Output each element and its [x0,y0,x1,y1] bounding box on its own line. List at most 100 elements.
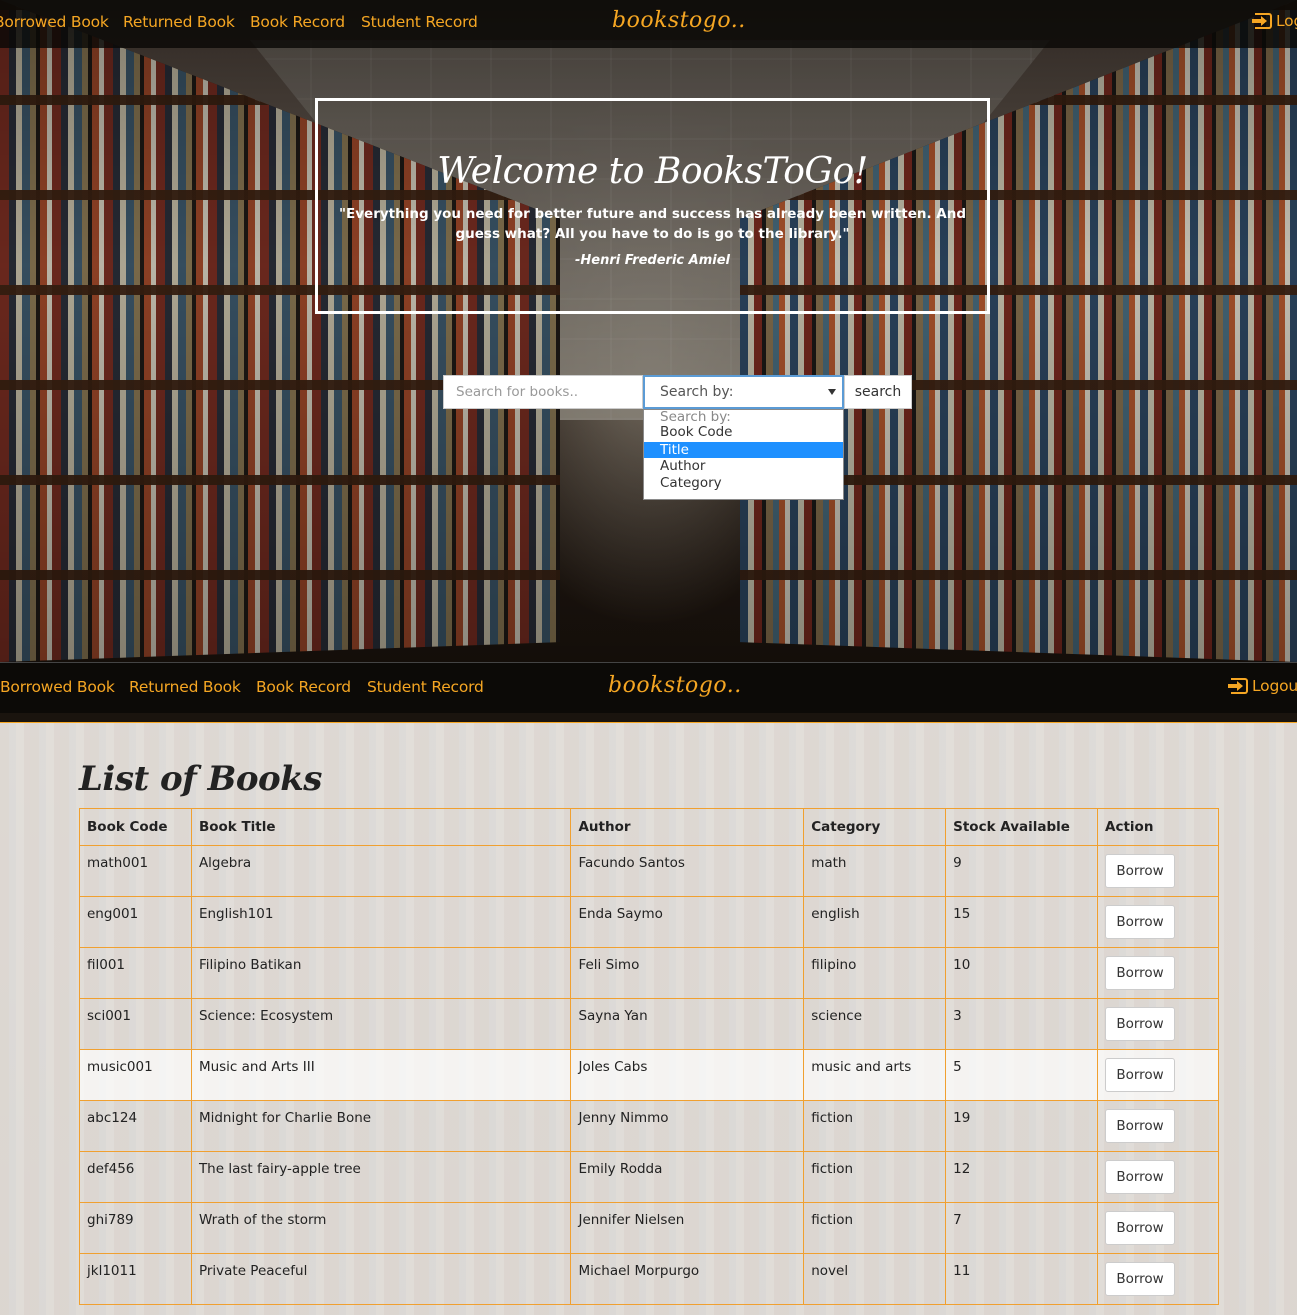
cell-book-code: sci001 [79,998,192,1050]
header-author: Author [570,808,805,846]
cell-author: Joles Cabs [570,1049,805,1101]
search-by-value: Search by: [660,384,734,400]
search-by-dropdown: Search by: Book Code Title Author Catego… [643,409,844,500]
cell-author: Jenny Nimmo [570,1100,805,1152]
logout-icon [1228,678,1248,694]
chevron-down-icon [828,389,836,395]
sticky-logo[interactable]: bookstogo.. [608,673,742,698]
cell-author: Michael Morpurgo [570,1253,805,1305]
cell-stock: 9 [945,845,1099,897]
cell-stock: 12 [945,1151,1099,1203]
cell-author: Jennifer Nielsen [570,1202,805,1254]
borrow-button[interactable]: Borrow [1105,1058,1176,1092]
cell-stock: 15 [945,896,1099,948]
cell-category: fiction [803,1100,947,1152]
sticky-logout-link[interactable]: Logout [1228,677,1297,695]
cell-author: Enda Saymo [570,896,805,948]
cell-author: Emily Rodda [570,1151,805,1203]
cell-stock: 3 [945,998,1099,1050]
borrow-button[interactable]: Borrow [1105,1262,1176,1296]
cell-book-title: Algebra [190,845,572,897]
cell-stock: 7 [945,1202,1099,1254]
borrow-button[interactable]: Borrow [1105,1007,1176,1041]
sticky-nav-borrowed-book[interactable]: Borrowed Book [0,678,115,696]
cell-book-code: music001 [79,1049,192,1101]
header-action: Action [1097,808,1219,846]
sticky-nav-student-record[interactable]: Student Record [367,678,484,696]
cell-action: Borrow [1097,947,1219,999]
cell-book-code: ghi789 [79,1202,192,1254]
borrow-button[interactable]: Borrow [1105,956,1176,990]
logout-icon [1252,13,1272,29]
cell-action: Borrow [1097,1253,1219,1305]
cell-book-code: abc124 [79,1100,192,1152]
sticky-nav-book-record[interactable]: Book Record [256,678,351,696]
cell-author: Facundo Santos [570,845,805,897]
cell-category: english [803,896,947,948]
search-by-select[interactable]: Search by: [643,375,844,409]
borrow-button[interactable]: Borrow [1105,1160,1176,1194]
table-row: math001 Algebra Facundo Santos math 9 Borrow [79,845,1219,897]
welcome-quote: "Everything you need for better future a… [338,206,967,242]
cell-stock: 11 [945,1253,1099,1305]
table-row: sci001 Science: Ecosystem Sayna Yan science… [79,998,1219,1050]
nav-borrowed-book[interactable]: Borrowed Book [0,13,109,31]
nav-book-record[interactable]: Book Record [250,13,345,31]
cell-category: math [803,845,947,897]
option-author[interactable]: Author [644,458,843,476]
cell-author: Sayna Yan [570,998,805,1050]
cell-category: music and arts [803,1049,947,1101]
option-book-code[interactable]: Book Code [644,424,843,442]
search-button[interactable]: search [844,375,912,409]
search-input[interactable] [443,375,643,409]
cell-category: science [803,998,947,1050]
option-category[interactable]: Category [644,475,843,493]
cell-author: Feli Simo [570,947,805,999]
logo[interactable]: bookstogo.. [612,8,746,33]
cell-book-title: Wrath of the storm [190,1202,572,1254]
welcome-title: Welcome to BooksToGo! [437,151,868,192]
cell-stock: 10 [945,947,1099,999]
borrow-button[interactable]: Borrow [1105,1211,1176,1245]
header-category: Category [803,808,947,846]
borrow-button[interactable]: Borrow [1105,1109,1176,1143]
cell-book-code: math001 [79,845,192,897]
nav-returned-book[interactable]: Returned Book [123,13,235,31]
table-row: eng001 English101 Enda Saymo english 15 Borro… [79,896,1219,948]
cell-book-code: fil001 [79,947,192,999]
cell-book-title: English101 [190,896,572,948]
cell-action: Borrow [1097,1049,1219,1101]
header-book-code: Book Code [79,808,192,846]
quote-author: -Henri Frederic Amiel [575,253,730,268]
top-navbar: Borrowed Book Returned Book Book Record … [0,0,1297,48]
books-section: List of Books Book Code Book Title Autho… [0,722,1297,1315]
borrow-button[interactable]: Borrow [1105,905,1176,939]
cell-book-title: Filipino Batikan [190,947,572,999]
cell-book-title: Private Peaceful [190,1253,572,1305]
option-search-by[interactable]: Search by: [644,410,843,424]
cell-action: Borrow [1097,845,1219,897]
cell-action: Borrow [1097,1151,1219,1203]
cell-book-code: def456 [79,1151,192,1203]
borrow-button[interactable]: Borrow [1105,854,1176,888]
cell-book-code: jkl1011 [79,1253,192,1305]
header-stock: Stock Available [945,808,1099,846]
cell-book-title: Science: Ecosystem [190,998,572,1050]
cell-action: Borrow [1097,896,1219,948]
table-row: music001 Music and Arts III Joles Cabs musi… [79,1049,1219,1101]
table-header-row: Book Code Book Title Author Category Sto… [79,808,1219,846]
table-row: fil001 Filipino Batikan Feli Simo filipino 1… [79,947,1219,999]
table-row: abc124 Midnight for Charlie Bone Jenny Nim… [79,1100,1219,1152]
cell-action: Borrow [1097,1100,1219,1152]
option-title[interactable]: Title [644,441,843,458]
nav-student-record[interactable]: Student Record [361,13,478,31]
books-table: Book Code Book Title Author Category Sto… [79,808,1219,1305]
table-row: ghi789 Wrath of the storm Jennifer Nielsen… [79,1202,1219,1254]
logout-link[interactable]: Log [1252,12,1297,30]
list-title: List of Books [79,759,322,799]
cell-book-title: The last fairy-apple tree [190,1151,572,1203]
table-row: def456 The last fairy-apple tree Emily Rod… [79,1151,1219,1203]
cell-category: fiction [803,1151,947,1203]
sticky-nav-returned-book[interactable]: Returned Book [129,678,241,696]
welcome-card: Welcome to BooksToGo! "Everything you ne… [315,98,990,314]
